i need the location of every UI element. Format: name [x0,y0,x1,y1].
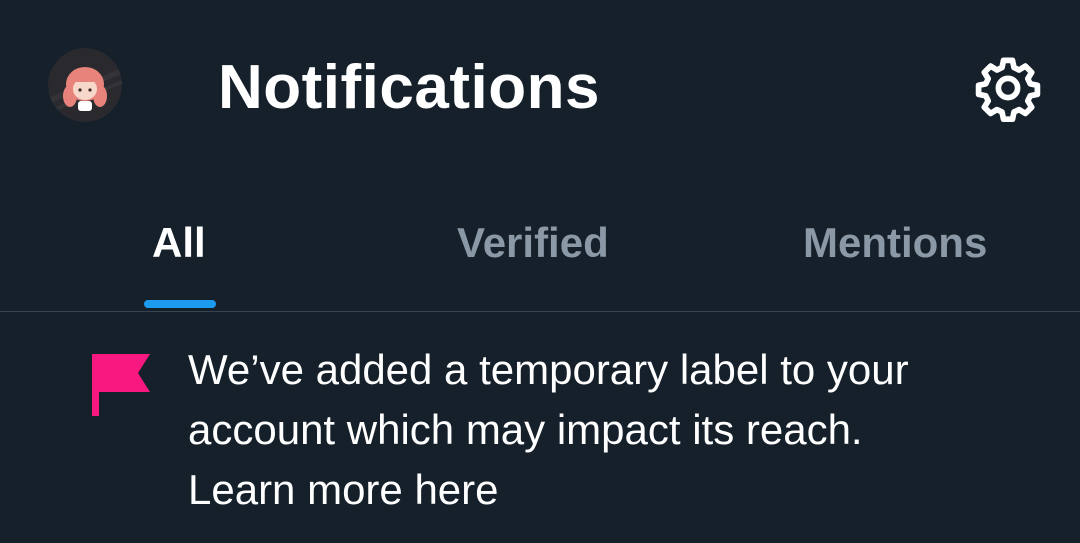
page-title: Notifications [218,53,600,122]
tab-verified[interactable]: Verified [457,218,609,268]
flag-icon [92,354,152,416]
notification-item[interactable]: We’ve added a temporary label to your ac… [0,312,1080,543]
notification-line: We’ve added a temporary label to your [188,346,909,393]
profile-avatar[interactable] [48,48,122,122]
notification-line: account which may impact its reach. [188,406,863,453]
tab-mentions[interactable]: Mentions [803,218,987,268]
learn-more-link[interactable]: Learn more here [188,460,1048,520]
notification-text: We’ve added a temporary label to your ac… [188,340,1048,520]
active-tab-indicator [144,300,216,308]
notification-tabs: All Verified Mentions [0,200,1080,311]
top-bar: Notifications [0,0,1080,170]
gear-icon[interactable] [972,52,1044,124]
avatar-image [48,48,122,122]
tab-all[interactable]: All [152,218,206,268]
